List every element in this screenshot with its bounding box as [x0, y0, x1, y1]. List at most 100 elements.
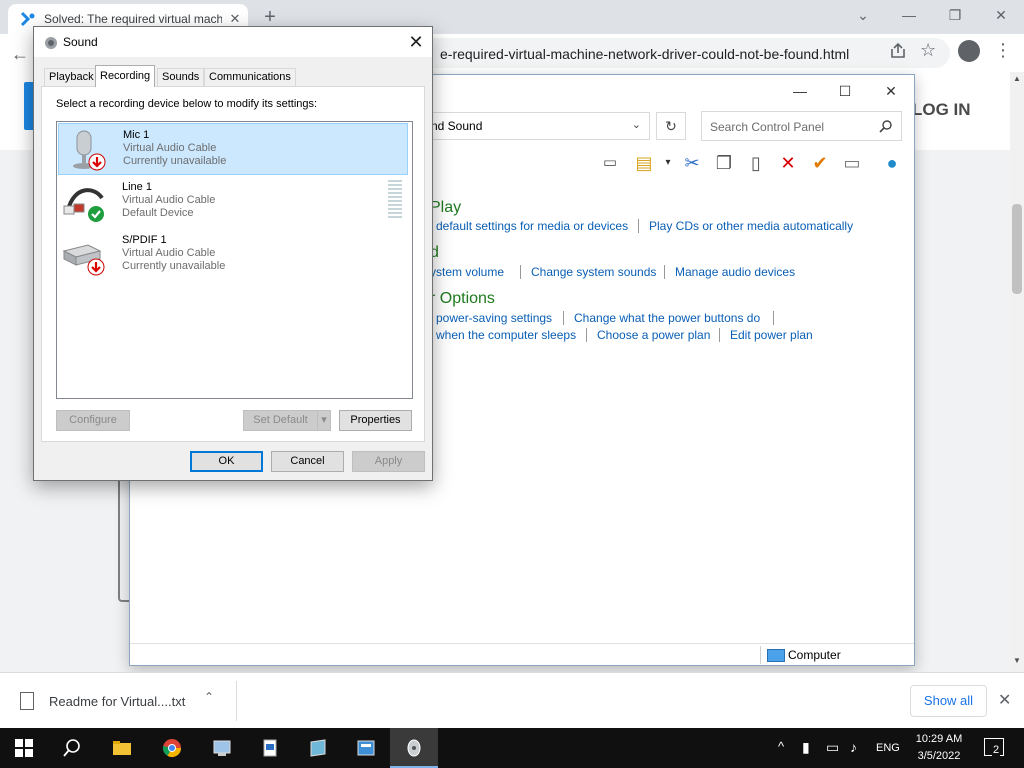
- taskbar-app-2[interactable]: [246, 728, 294, 768]
- start-button[interactable]: [0, 728, 48, 768]
- set-default-button[interactable]: Set Default: [243, 410, 317, 431]
- windows-taskbar: ^ ▮ ▭ ♪ ENG 10:29 AM 3/5/2022 2: [0, 728, 1024, 768]
- restore-button[interactable]: ❐: [932, 0, 978, 30]
- line-in-cable-icon: [63, 188, 104, 222]
- instruction-text: Select a recording device below to modif…: [56, 98, 318, 110]
- scroll-down-icon[interactable]: ▼: [1010, 656, 1024, 670]
- text-file-icon: [20, 692, 34, 710]
- device-item-line-1[interactable]: Line 1 Virtual Audio Cable Default Devic…: [58, 176, 408, 228]
- chevron-down-icon[interactable]: ⌄: [632, 118, 641, 131]
- link-default-settings[interactable]: default settings for media or devices: [436, 219, 628, 233]
- configure-button[interactable]: Configure: [56, 410, 130, 431]
- taskbar-app-1[interactable]: [198, 728, 246, 768]
- apply-button[interactable]: Apply: [352, 451, 425, 472]
- speaker-icon: [45, 37, 57, 49]
- microphone-tray-icon[interactable]: ▮: [802, 739, 810, 756]
- link-system-volume[interactable]: ystem volume: [430, 265, 504, 279]
- back-arrow-icon[interactable]: ←: [6, 40, 34, 68]
- page-scrollbar[interactable]: ▲ ▼: [1010, 72, 1024, 672]
- url-text: e-required-virtual-machine-network-drive…: [440, 46, 850, 62]
- profile-avatar-icon[interactable]: [958, 40, 980, 62]
- tab-search-icon[interactable]: ⌄: [840, 0, 886, 30]
- link-separator: [563, 311, 564, 325]
- login-link[interactable]: LOG IN: [912, 100, 971, 120]
- cp-minimize-button[interactable]: —: [780, 79, 820, 103]
- share-icon[interactable]: [888, 41, 908, 61]
- tab-communications[interactable]: Communications: [204, 68, 296, 86]
- status-text: Computer: [788, 648, 841, 662]
- app-icon-1: [213, 740, 231, 756]
- tab-sounds[interactable]: Sounds: [157, 68, 205, 86]
- tab-recording[interactable]: Recording: [95, 65, 156, 87]
- cp-search-input[interactable]: Search Control Panel: [701, 111, 902, 141]
- close-icon[interactable]: ✕: [402, 30, 430, 54]
- rename-icon[interactable]: ▭: [840, 151, 864, 175]
- properties-icon[interactable]: ▤: [632, 151, 656, 175]
- refresh-icon[interactable]: ↻: [656, 112, 686, 140]
- link-separator: [664, 265, 665, 279]
- tab-title: Solved: The required virtual mach: [44, 12, 222, 26]
- chevron-up-icon[interactable]: ⌃: [204, 690, 214, 704]
- browser-close-button[interactable]: ✕: [978, 0, 1024, 30]
- minimize-button[interactable]: —: [886, 0, 932, 30]
- network-icon[interactable]: ▭: [826, 739, 839, 756]
- section-heading-power-options[interactable]: r Options: [430, 290, 495, 308]
- taskbar-sound-settings[interactable]: [390, 728, 438, 768]
- input-language[interactable]: ENG: [876, 742, 900, 754]
- taskbar-file-explorer[interactable]: [98, 728, 146, 768]
- device-status: Currently unavailable: [123, 155, 227, 167]
- device-item-spdif-1[interactable]: S/PDIF 1 Virtual Audio Cable Currently u…: [58, 229, 408, 281]
- cp-close-button[interactable]: ✕: [871, 79, 911, 103]
- taskbar-search-button[interactable]: [48, 728, 96, 768]
- link-manage-audio-devices[interactable]: Manage audio devices: [675, 265, 795, 279]
- bookmark-star-icon[interactable]: ☆: [920, 40, 936, 61]
- cp-status-bar: Computer: [130, 643, 914, 665]
- link-play-cds[interactable]: Play CDs or other media automatically: [649, 219, 853, 233]
- link-edit-power-plan[interactable]: Edit power plan: [730, 328, 813, 342]
- microphone-icon: [73, 130, 106, 171]
- tray-overflow-icon[interactable]: ^: [778, 739, 784, 754]
- link-computer-sleeps[interactable]: when the computer sleeps: [436, 328, 576, 342]
- scroll-up-icon[interactable]: ▲: [1010, 74, 1024, 88]
- cp-maximize-button[interactable]: ☐: [825, 79, 865, 103]
- copy-icon[interactable]: ❐: [712, 151, 736, 175]
- show-all-button[interactable]: Show all: [910, 685, 987, 717]
- scroll-thumb[interactable]: [1012, 204, 1022, 294]
- sound-dialog-title: Sound: [63, 35, 98, 49]
- cancel-button[interactable]: Cancel: [271, 451, 344, 472]
- clock-time[interactable]: 10:29 AM: [914, 733, 964, 745]
- download-item-name[interactable]: Readme for Virtual....txt: [49, 694, 185, 709]
- link-separator: [773, 311, 774, 325]
- cut-icon[interactable]: ✂: [680, 151, 704, 175]
- spdif-device-icon: [62, 244, 105, 276]
- globe-icon[interactable]: ●: [880, 151, 904, 175]
- clock-date[interactable]: 3/5/2022: [914, 750, 964, 762]
- check-icon[interactable]: ✔: [808, 151, 832, 175]
- link-power-saving[interactable]: power-saving settings: [436, 311, 552, 325]
- browser-menu-icon[interactable]: ⋮: [994, 40, 1012, 61]
- taskbar-chrome[interactable]: [148, 728, 196, 768]
- section-heading-autoplay[interactable]: Play: [430, 199, 461, 217]
- app-icon-3: [310, 739, 326, 757]
- tab-playback[interactable]: Playback: [44, 68, 99, 86]
- paste-icon[interactable]: ▯: [744, 151, 768, 175]
- chrome-icon: [162, 739, 181, 758]
- search-icon[interactable]: [879, 119, 893, 133]
- device-item-mic-1[interactable]: Mic 1 Virtual Audio Cable Currently unav…: [58, 123, 408, 175]
- volume-icon[interactable]: ♪: [850, 739, 857, 755]
- delete-icon[interactable]: ✕: [776, 151, 800, 175]
- preview-pane-icon[interactable]: ▭: [598, 151, 622, 175]
- download-bar-close-icon[interactable]: ✕: [998, 690, 1011, 710]
- link-change-system-sounds[interactable]: Change system sounds: [531, 265, 656, 279]
- chevron-down-icon[interactable]: ▾: [656, 151, 680, 175]
- ok-button[interactable]: OK: [190, 451, 263, 472]
- taskbar-app-4[interactable]: [342, 728, 390, 768]
- sound-dialog-titlebar[interactable]: Sound ✕: [34, 27, 432, 57]
- properties-button[interactable]: Properties: [339, 410, 412, 431]
- computer-icon: [767, 649, 785, 662]
- link-choose-power-plan[interactable]: Choose a power plan: [597, 328, 710, 342]
- device-name: S/PDIF 1: [122, 234, 167, 246]
- link-power-buttons[interactable]: Change what the power buttons do: [574, 311, 760, 325]
- set-default-dropdown-icon[interactable]: ▾: [317, 410, 331, 431]
- taskbar-app-3[interactable]: [294, 728, 342, 768]
